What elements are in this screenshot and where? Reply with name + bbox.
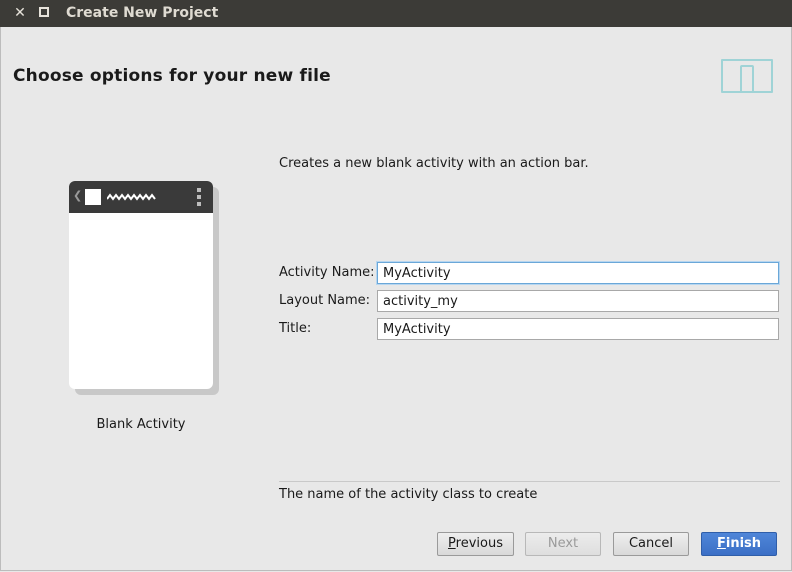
template-preview: ❮ (69, 181, 219, 395)
page-title: Choose options for your new file (13, 66, 331, 86)
activity-name-label: Activity Name: (279, 265, 375, 280)
template-description: Creates a new blank activity with an act… (279, 156, 589, 171)
layout-name-input[interactable] (377, 290, 779, 312)
layout-name-label: Layout Name: (279, 293, 371, 308)
device-icon (721, 59, 773, 93)
cancel-button[interactable]: Cancel (613, 532, 689, 556)
back-caret-icon: ❮ (73, 189, 83, 202)
window-title: Create New Project (66, 5, 219, 21)
app-icon (85, 189, 101, 205)
previous-button[interactable]: Previous (437, 532, 514, 556)
finish-button[interactable]: Finish (701, 532, 777, 556)
hint-divider (279, 481, 780, 482)
title-input[interactable] (377, 318, 779, 340)
title-bar: ✕ Create New Project (0, 0, 792, 27)
title-squiggle-icon (107, 193, 156, 201)
overflow-menu-icon (197, 188, 201, 208)
next-button[interactable]: Next (525, 532, 601, 556)
activity-name-input[interactable] (377, 262, 779, 284)
template-name: Blank Activity (96, 417, 186, 432)
close-icon[interactable]: ✕ (12, 4, 28, 22)
title-label: Title: (279, 321, 312, 336)
action-bar-preview: ❮ (69, 181, 213, 213)
field-hint: The name of the activity class to create (279, 487, 538, 502)
maximize-icon[interactable] (36, 4, 52, 22)
phone-screen-preview: ❮ (69, 181, 213, 389)
